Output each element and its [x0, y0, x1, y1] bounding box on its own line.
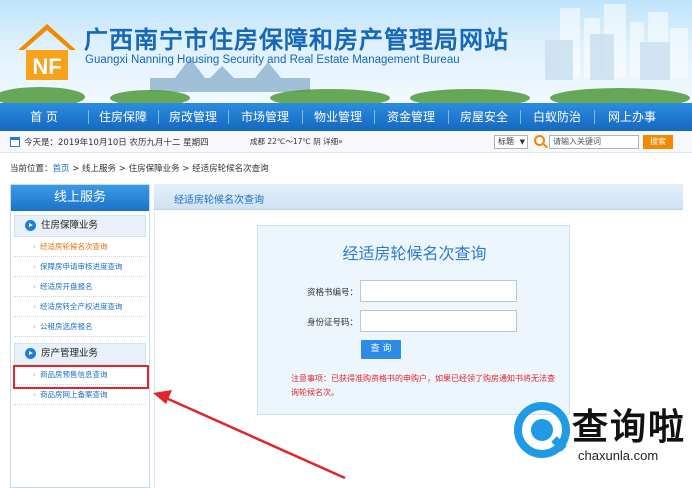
weather-info[interactable]: 成都 22℃～17℃ 阴 详细»	[250, 136, 343, 147]
nav-market[interactable]: 市场管理	[228, 103, 302, 131]
info-bar: 今天是：2019年10月10日 农历九月十二 星期四 成都 22℃～17℃ 阴 …	[0, 131, 692, 153]
form-title: 经适房轮候名次查询	[342, 244, 487, 263]
nav-divider	[594, 110, 595, 124]
id-number-input[interactable]	[360, 310, 517, 332]
nav-divider	[88, 110, 89, 124]
search-input[interactable]: 请输入关键词	[549, 135, 639, 149]
certificate-number-input[interactable]	[360, 280, 517, 302]
sidebar-group-label: 房产管理业务	[41, 348, 99, 359]
breadcrumb-path: > 线上服务 > 住房保障业务 > 经适房轮候名次查询	[69, 164, 269, 174]
nav-divider	[302, 110, 303, 124]
nav-divider	[228, 110, 229, 124]
sidebar-group-housing-security[interactable]: 住房保障业务	[14, 215, 146, 237]
chevron-right-icon: ›	[33, 283, 36, 291]
nav-divider	[520, 110, 521, 124]
sidebar-item-opening-registration[interactable]: › 经适房开盘报名	[14, 277, 146, 297]
nav-house-safety[interactable]: 房屋安全	[448, 103, 520, 131]
site-header: NF 广西南宁市住房保障和房产管理局网站 Guangxi Nanning Hou…	[0, 0, 692, 103]
content-divider	[154, 210, 155, 488]
play-circle-icon	[25, 220, 36, 231]
content-header: 经适房轮候名次查询	[154, 184, 683, 210]
sidebar-item-label: 经适房转全产权进度查询	[40, 302, 123, 311]
sidebar-item-label: 经适房轮候名次查询	[40, 242, 108, 251]
breadcrumb-home-link[interactable]: 首页	[53, 164, 70, 174]
sidebar-item-label: 公租房选房报名	[40, 322, 93, 331]
chevron-right-icon: ›	[33, 323, 36, 331]
sidebar-item-application-progress[interactable]: › 保障房申请审核进度查询	[14, 257, 146, 277]
sidebar-group-label: 住房保障业务	[41, 220, 99, 231]
sidebar-title: 线上服务	[11, 185, 149, 211]
search-type-select[interactable]: 标题 ▼	[494, 135, 528, 149]
certificate-number-label: 资格书编号：	[306, 288, 358, 298]
nav-housing-security[interactable]: 住房保障	[88, 103, 158, 131]
sidebar-item-full-ownership-progress[interactable]: › 经适房转全产权进度查询	[14, 297, 146, 317]
sidebar-item-label: 商品房网上备案查询	[40, 390, 108, 399]
calendar-icon	[10, 137, 20, 147]
id-number-label: 身份证号码：	[306, 318, 358, 328]
sidebar: 线上服务 住房保障业务 › 经适房轮候名次查询 › 保障房申请审核进度查询 › …	[10, 184, 150, 488]
query-button[interactable]: 查 询	[361, 340, 401, 359]
nav-housing-reform[interactable]: 房改管理	[158, 103, 228, 131]
play-circle-icon	[25, 348, 36, 359]
nav-divider	[374, 110, 375, 124]
chevron-right-icon: ›	[33, 303, 36, 311]
watermark-url: chaxunla.com	[578, 448, 659, 463]
site-title: 广西南宁市住房保障和房产管理局网站	[84, 26, 509, 54]
watermark-logo	[514, 402, 570, 458]
site-subtitle: Guangxi Nanning Housing Security and Rea…	[85, 54, 460, 66]
bureau-logo: NF	[18, 24, 76, 80]
query-form-panel: 经适房轮候名次查询 资格书编号： 身份证号码： 查 询 注意事项：已获得准购资格…	[257, 225, 570, 415]
current-date: 今天是：2019年10月10日 农历九月十二 星期四	[24, 138, 209, 148]
sidebar-item-label: 保障房申请审核进度查询	[40, 262, 123, 271]
nav-funds[interactable]: 资金管理	[374, 103, 448, 131]
nav-divider	[158, 110, 159, 124]
search-button[interactable]: 搜索	[643, 135, 673, 149]
main-nav: 首 页 住房保障 房改管理 市场管理 物业管理 资金管理 房屋安全 白蚁防治 网…	[0, 103, 692, 131]
svg-text:NF: NF	[32, 54, 61, 79]
nav-divider	[448, 110, 449, 124]
annotation-highlight-box	[13, 365, 149, 389]
nav-online-service[interactable]: 网上办事	[594, 103, 670, 131]
chevron-right-icon: ›	[33, 263, 36, 271]
breadcrumb: 当前位置：首页 > 线上服务 > 住房保障业务 > 经适房轮候名次查询	[10, 162, 269, 174]
nav-home[interactable]: 首 页	[0, 103, 88, 131]
sidebar-item-affordable-queue[interactable]: › 经适房轮候名次查询	[14, 237, 146, 257]
chevron-down-icon: ▼	[519, 138, 525, 146]
sidebar-item-public-rental-selection[interactable]: › 公租房选房报名	[14, 317, 146, 337]
nav-property[interactable]: 物业管理	[302, 103, 374, 131]
content-header-title: 经适房轮候名次查询	[174, 195, 264, 206]
chevron-right-icon: ›	[33, 243, 36, 251]
sidebar-group-property-management[interactable]: 房产管理业务	[14, 343, 146, 365]
sidebar-item-label: 经适房开盘报名	[40, 282, 93, 291]
breadcrumb-prefix: 当前位置：	[10, 164, 53, 174]
nav-termite[interactable]: 白蚁防治	[520, 103, 594, 131]
notice-text: 注意事项：已获得准购资格书的申购户，如果已经领了购房通知书将无法查询轮候名次。	[291, 374, 555, 397]
search-icon	[534, 135, 545, 146]
search-type-value: 标题	[498, 137, 514, 146]
watermark-text: 查询啦	[572, 407, 687, 448]
